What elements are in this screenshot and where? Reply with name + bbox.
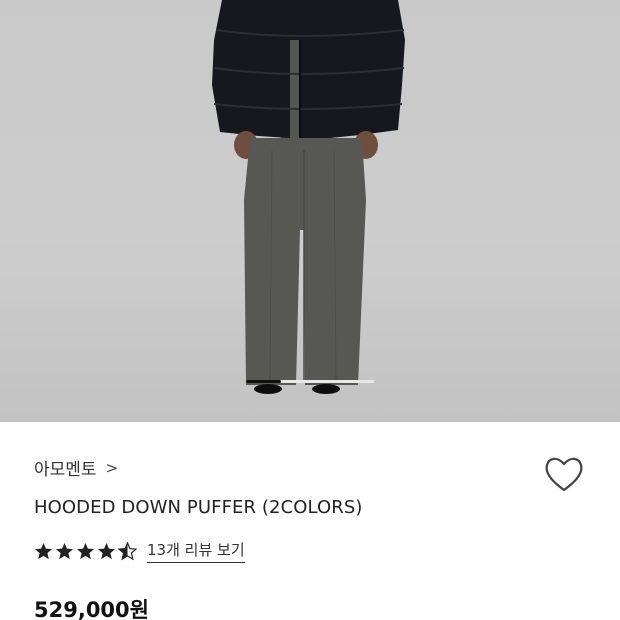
model-illustration	[212, 0, 405, 394]
gallery-progress-fill	[246, 380, 281, 383]
brand-name: 아모멘토	[34, 460, 97, 480]
star-icon	[77, 542, 94, 559]
wishlist-button[interactable]	[544, 455, 584, 493]
product-price: 529,000원	[34, 598, 149, 620]
gallery-progress-track	[246, 380, 374, 383]
star-icon	[35, 542, 52, 559]
star-icon	[118, 541, 137, 560]
review-link[interactable]: 13개 리뷰 보기	[147, 539, 245, 563]
brand-link[interactable]: 아모멘토 >	[34, 455, 119, 481]
star-icon	[56, 542, 73, 559]
product-info-panel	[0, 422, 620, 620]
product-title: HOODED DOWN PUFFER (2COLORS)	[34, 497, 363, 518]
rating-row: 13개 리뷰 보기	[34, 539, 245, 563]
heart-outline-icon	[545, 457, 583, 492]
star-icon	[98, 542, 115, 559]
rating-stars	[34, 541, 139, 561]
chevron-right-icon: >	[105, 458, 119, 477]
product-image[interactable]	[0, 0, 620, 422]
